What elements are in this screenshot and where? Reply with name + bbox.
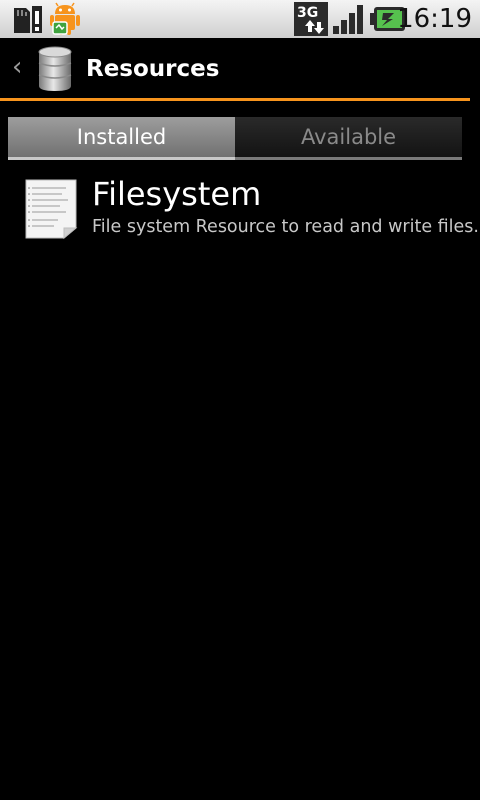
status-bar: 3G 16:19 xyxy=(0,0,480,38)
network-3g-icon: 3G xyxy=(294,2,328,36)
screen: 3G 16:19 ‹ Resources Installed Available… xyxy=(0,0,480,800)
item-title: Filesystem xyxy=(92,175,262,213)
item-description: File system Resource to read and write f… xyxy=(92,217,479,237)
database-icon xyxy=(38,46,72,91)
status-clock: 16:19 xyxy=(397,4,472,34)
tab-available[interactable]: Available xyxy=(235,117,462,160)
list-item[interactable]: Filesystem File system Resource to read … xyxy=(0,172,480,246)
android-debug-icon xyxy=(50,2,80,35)
tab-installed[interactable]: Installed xyxy=(8,117,235,160)
page-title: Resources xyxy=(86,56,220,82)
sd-card-icon xyxy=(14,6,42,33)
document-icon xyxy=(25,179,78,240)
chevron-left-icon[interactable]: ‹ xyxy=(12,52,26,82)
title-bar: ‹ Resources xyxy=(0,38,480,100)
svg-text:3G: 3G xyxy=(297,5,318,21)
signal-icon xyxy=(333,5,363,34)
tab-bar: Installed Available xyxy=(8,117,462,160)
title-divider xyxy=(0,98,470,101)
